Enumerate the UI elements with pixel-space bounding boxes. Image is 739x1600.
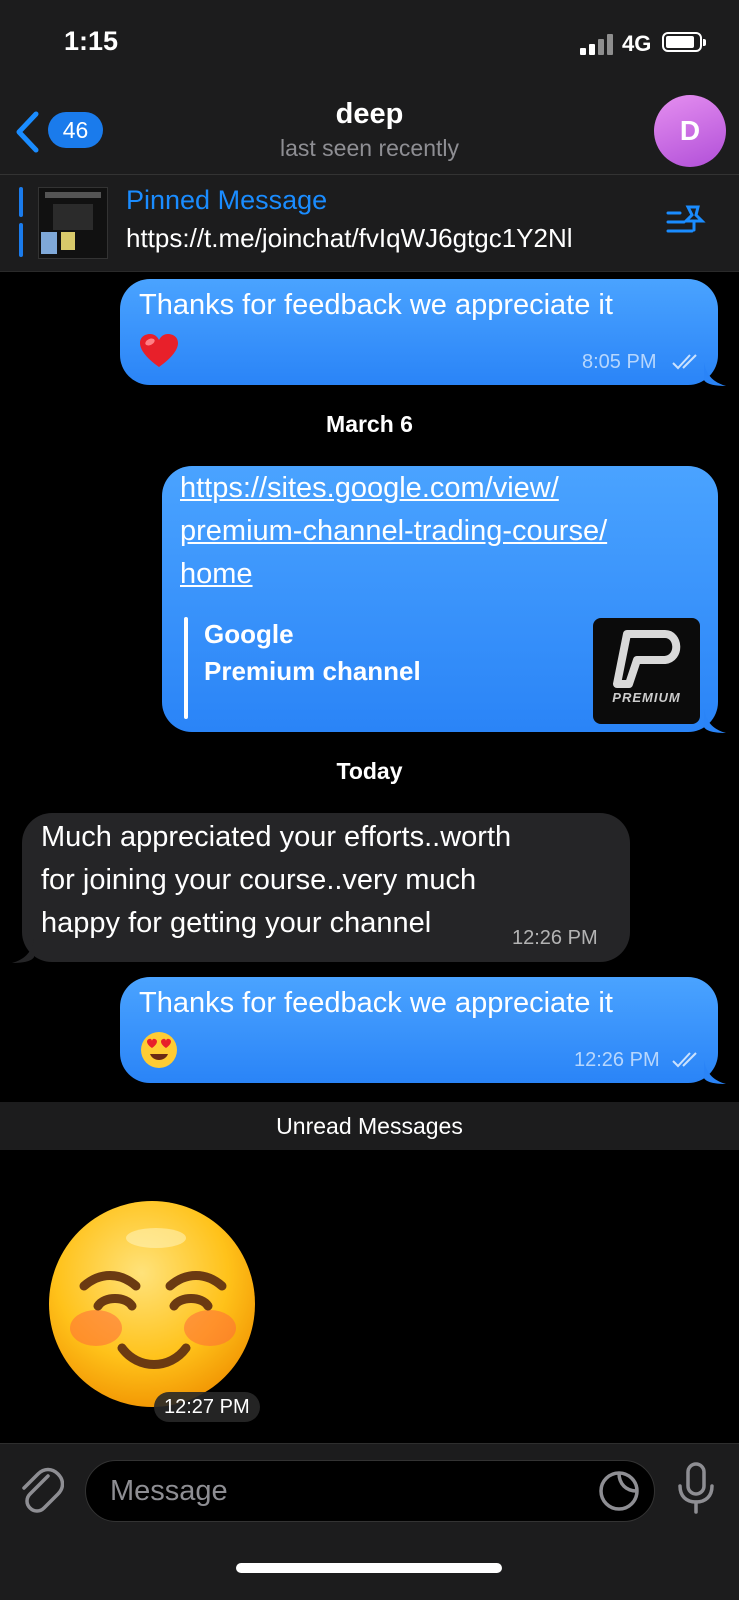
red-heart-emoji-icon (140, 334, 178, 367)
link-line[interactable]: home (180, 553, 607, 596)
message-time: 12:26 PM (512, 927, 598, 949)
heart-eyes-emoji-icon (141, 1032, 177, 1068)
message-text: Thanks for feedback we appreciate it (139, 987, 613, 1019)
pinned-label: Pinned Message (126, 185, 328, 215)
bubble-tail (704, 1060, 726, 1084)
message-input-bar (0, 1443, 739, 1600)
read-checkmarks-icon (672, 354, 697, 370)
link-preview-image[interactable]: PREMIUM (593, 618, 700, 724)
pin-indicator (19, 223, 23, 257)
link-preview-bar (184, 617, 188, 719)
battery-icon (662, 32, 706, 52)
chat-header: 46 deep last seen recently D (0, 90, 739, 174)
microphone-icon[interactable] (676, 1462, 716, 1516)
logo-text: PREMIUM (612, 690, 681, 705)
message-line: happy for getting your channel (41, 907, 432, 939)
pin-list-icon[interactable] (666, 203, 708, 239)
date-separator: Today (336, 758, 403, 784)
sticker-icon[interactable] (598, 1470, 640, 1512)
link-line[interactable]: premium-channel-trading-course/ (180, 510, 607, 553)
home-indicator (236, 1563, 502, 1573)
message-bubble-outgoing[interactable]: Thanks for feedback we appreciate it 12:… (120, 977, 718, 1083)
bubble-tail (12, 939, 34, 963)
sticker-time: 12:27 PM (154, 1392, 260, 1422)
paperclip-icon[interactable] (18, 1466, 64, 1514)
bubble-tail (704, 709, 726, 733)
message-input[interactable] (85, 1460, 655, 1522)
bubble-tail (704, 362, 726, 386)
message-time: 8:05 PM (582, 351, 657, 373)
status-time: 1:15 (64, 26, 119, 56)
signal-icon (580, 33, 618, 55)
message-text: Thanks for feedback we appreciate it (139, 289, 613, 321)
link-preview-site: Google (204, 619, 294, 649)
chat-title[interactable]: deep (0, 98, 739, 131)
link-preview-title: Premium channel (204, 656, 421, 686)
date-separator: March 6 (326, 411, 413, 437)
network-type: 4G (622, 31, 652, 56)
message-bubble-outgoing[interactable]: Thanks for feedback we appreciate it 8:0… (120, 279, 718, 385)
message-link[interactable]: https://sites.google.com/view/ premium-c… (180, 467, 607, 596)
avatar[interactable]: D (654, 95, 726, 167)
message-line: for joining your course..very much (41, 864, 477, 896)
pin-indicator (19, 187, 23, 217)
status-bar: 1:15 4G (0, 0, 739, 90)
pinned-thumbnail (38, 187, 108, 259)
message-text: Much appreciated your efforts..worth for… (41, 816, 511, 945)
smiling-face-sticker-icon[interactable] (46, 1198, 258, 1410)
chat-status: last seen recently (280, 135, 459, 161)
unread-messages-separator: Unread Messages (0, 1102, 739, 1150)
message-time: 12:26 PM (574, 1049, 660, 1071)
pinned-text: https://t.me/joinchat/fvIqWJ6gtgc1Y2Nl (126, 223, 573, 253)
premium-logo-icon (613, 630, 681, 688)
link-line[interactable]: https://sites.google.com/view/ (180, 467, 607, 510)
message-bubble-incoming[interactable]: Much appreciated your efforts..worth for… (22, 813, 630, 962)
read-checkmarks-icon (672, 1052, 697, 1068)
pinned-message-bar[interactable]: Pinned Message https://t.me/joinchat/fvI… (0, 174, 739, 272)
message-line: Much appreciated your efforts..worth (41, 821, 512, 853)
